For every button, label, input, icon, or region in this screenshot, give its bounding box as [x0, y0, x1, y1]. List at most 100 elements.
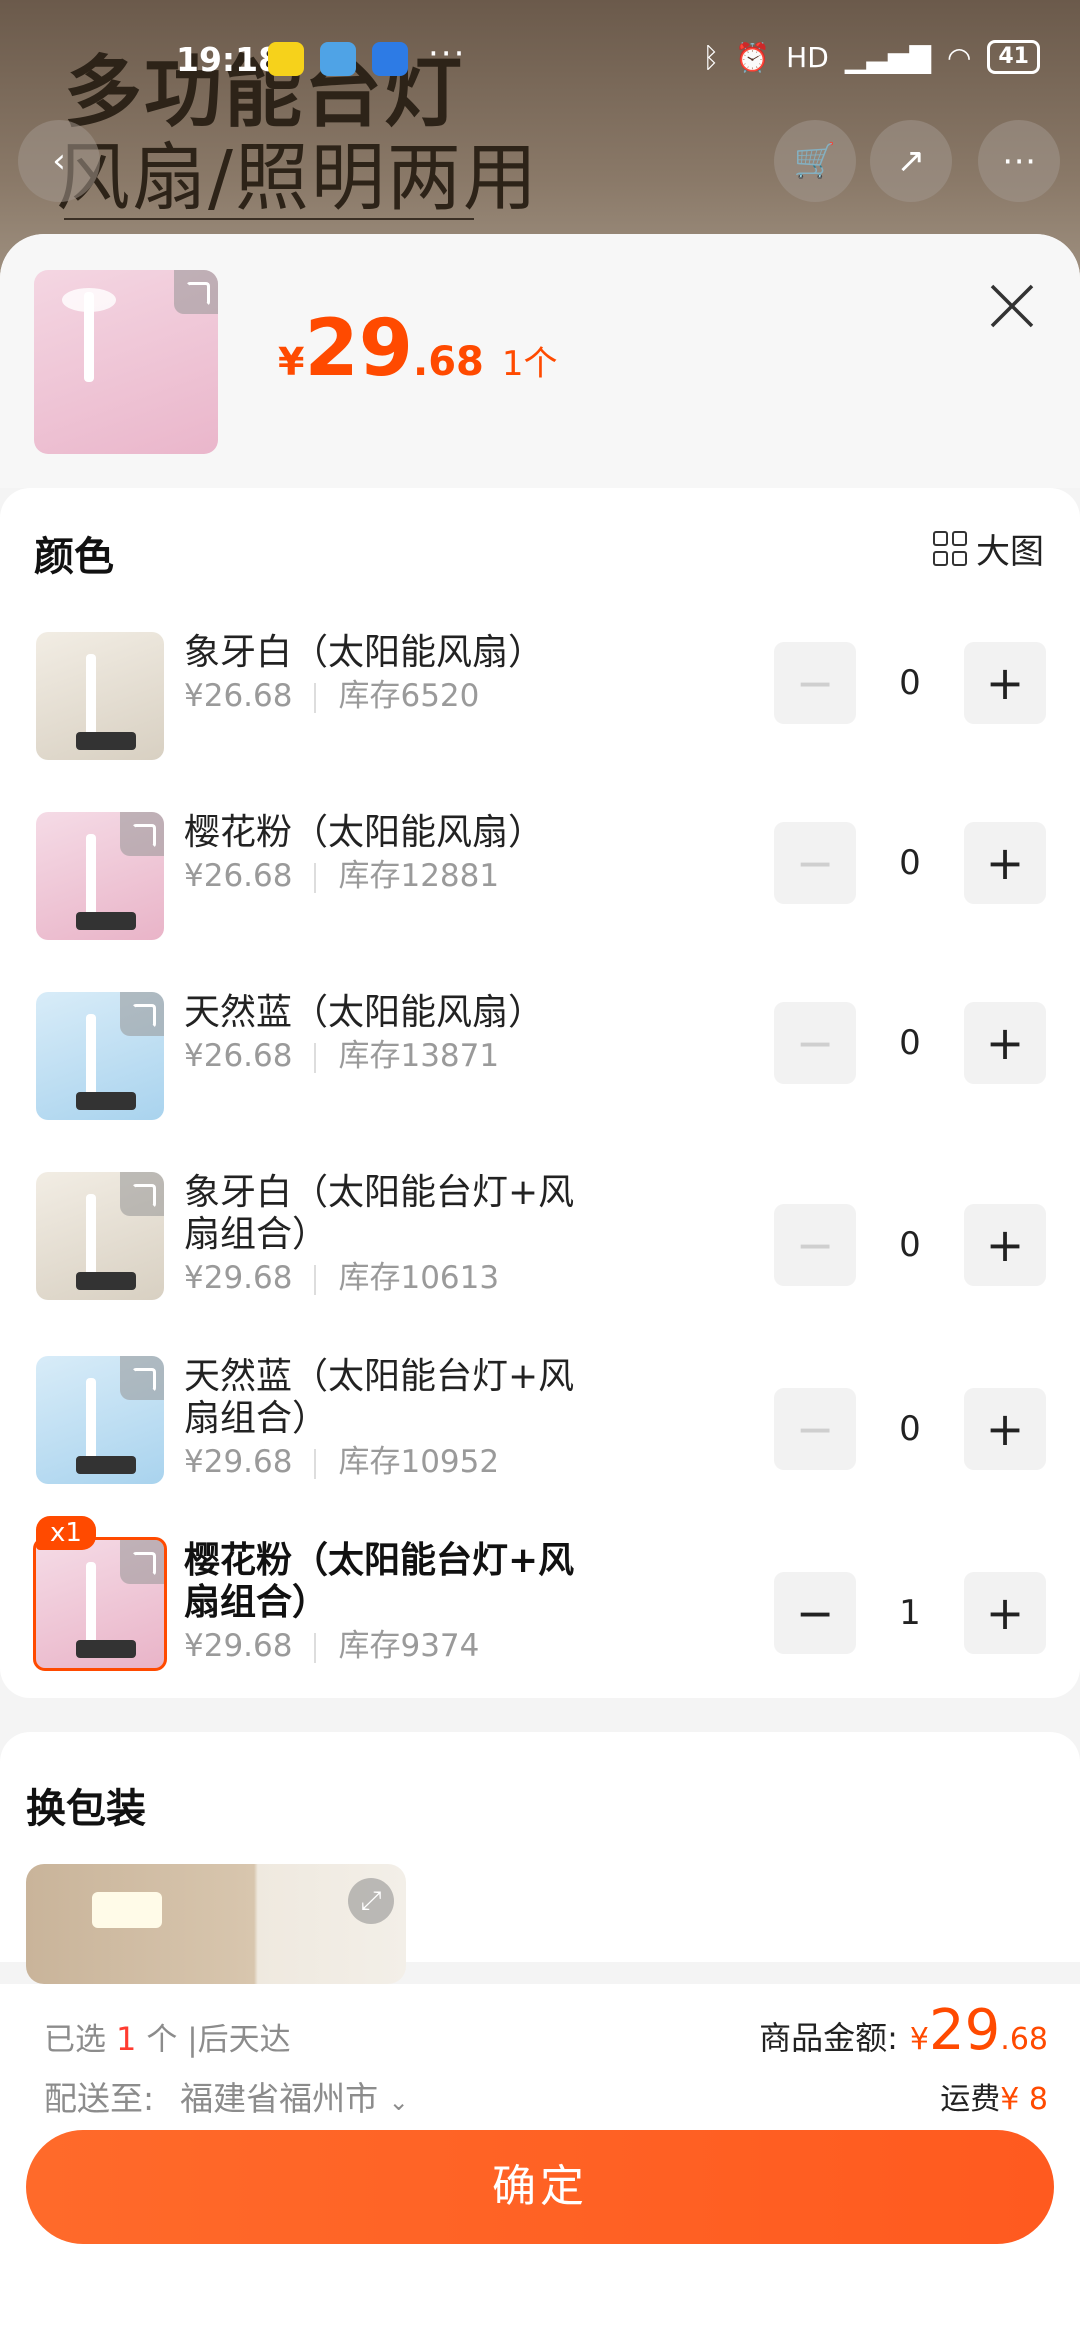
selected-suffix: 个 |后天达 — [146, 2022, 291, 2058]
list-item[interactable]: 樱花粉（太阳能风扇） ¥26.68 库存12881 − 0 + — [0, 804, 1080, 944]
list-item[interactable]: 天然蓝（太阳能风扇） ¥26.68 库存13871 − 0 + — [0, 984, 1080, 1124]
variant-price: ¥26.68 — [184, 678, 293, 714]
quantity-value: 0 — [899, 1409, 921, 1449]
more-icon: ⋯ — [1002, 141, 1036, 181]
increase-button[interactable]: + — [964, 1204, 1046, 1286]
decrease-button[interactable]: − — [774, 1388, 856, 1470]
package-section: 换包装 ⤢ — [0, 1732, 1080, 1984]
fan-graphic — [86, 654, 96, 744]
decrease-button[interactable]: − — [774, 1572, 856, 1654]
share-icon: ↗ — [896, 141, 926, 181]
variant-meta: ¥26.68 库存12881 — [184, 850, 499, 895]
freight-amount: ¥ 8 — [1000, 2082, 1048, 2117]
variant-name: 天然蓝（太阳能风扇） — [184, 992, 545, 1033]
back-button[interactable]: ‹ — [18, 120, 100, 202]
more-button[interactable]: ⋯ — [978, 120, 1060, 202]
expand-icon[interactable] — [120, 812, 164, 856]
bg-divider — [64, 218, 474, 220]
quantity-stepper: − 1 + — [774, 1572, 1046, 1654]
price-currency: ¥ — [278, 340, 305, 384]
quantity-stepper: − 0 + — [774, 642, 1046, 724]
increase-button[interactable]: + — [964, 1388, 1046, 1470]
variant-price: ¥29.68 — [184, 1444, 293, 1480]
solar-base-graphic — [76, 1092, 136, 1110]
list-item[interactable]: 象牙白（太阳能风扇） ¥26.68 库存6520 − 0 + — [0, 624, 1080, 764]
share-button[interactable]: ↗ — [870, 120, 952, 202]
fullscreen-icon[interactable]: ⤢ — [348, 1878, 394, 1924]
quantity-stepper: − 0 + — [774, 1002, 1046, 1084]
variant-price: ¥26.68 — [184, 858, 293, 894]
variant-thumbnail[interactable] — [36, 992, 164, 1120]
quantity-stepper: − 0 + — [774, 1388, 1046, 1470]
wifi-icon: ◠ — [946, 40, 972, 74]
variant-name: 天然蓝（太阳能台灯+风扇组合） — [184, 1356, 575, 1439]
increase-button[interactable]: + — [964, 822, 1046, 904]
variant-thumbnail[interactable] — [36, 812, 164, 940]
decrease-button[interactable]: − — [774, 1002, 856, 1084]
package-option-thumbnail[interactable]: ⤢ — [26, 1864, 406, 1984]
status-bar: 19:18 ··· ᛒ ⏰ HD ▁▃▅▇ ◠ 41 — [0, 30, 1080, 94]
solar-base-graphic — [76, 1272, 136, 1290]
solar-base-graphic — [76, 1456, 136, 1474]
amount-decimal: .68 — [1000, 2022, 1048, 2057]
variant-thumbnail[interactable] — [36, 1172, 164, 1300]
variant-thumbnail[interactable] — [36, 632, 164, 760]
alarm-icon: ⏰ — [735, 40, 771, 74]
list-item-selected[interactable]: x1 樱花粉（太阳能台灯+风扇组合） ¥29.68 库存9374 − 1 + — [0, 1516, 1080, 1672]
list-item[interactable]: 天然蓝（太阳能台灯+风扇组合） ¥29.68 库存10952 − 0 + — [0, 1348, 1080, 1488]
amount-label: 商品金额: — [759, 2019, 898, 2057]
message-app-icon — [372, 42, 408, 76]
cart-button[interactable]: 🛒 — [774, 120, 856, 202]
increase-button[interactable]: + — [964, 1572, 1046, 1654]
variant-stock: 库存13871 — [338, 1038, 500, 1074]
bg-title-line2: 风扇/照明两用 — [56, 135, 539, 221]
fan-graphic — [86, 1562, 96, 1652]
expand-icon[interactable] — [120, 992, 164, 1036]
quantity-value: 0 — [899, 1023, 921, 1063]
cart-icon: 🛒 — [793, 141, 837, 181]
shipping-destination[interactable]: 配送至: 福建省福州市 ⌄ — [44, 2072, 409, 2120]
price-integer: 29 — [304, 304, 413, 394]
variant-meta: ¥29.68 库存10613 — [184, 1252, 499, 1297]
decrease-button[interactable]: − — [774, 642, 856, 724]
quantity-stepper: − 0 + — [774, 1204, 1046, 1286]
decrease-button[interactable]: − — [774, 1204, 856, 1286]
expand-icon[interactable] — [120, 1540, 164, 1584]
close-icon[interactable] — [984, 278, 1040, 334]
status-right: ᛒ ⏰ HD ▁▃▅▇ ◠ 41 — [702, 40, 1040, 74]
back-icon: ‹ — [52, 141, 66, 181]
quantity-value: 0 — [899, 1225, 921, 1265]
variant-price: ¥29.68 — [184, 1628, 293, 1664]
freight-label: 运费 — [940, 2082, 1001, 2117]
quantity-value: 1 — [899, 1593, 921, 1633]
big-image-toggle[interactable]: 大图 — [933, 524, 1044, 573]
checkout-footer: 已选 1 个 |后天达 配送至: 福建省福州市 ⌄ 商品金额: ¥29.68 运费¥ 8… — [0, 1984, 1080, 2340]
variant-thumbnail[interactable] — [36, 1356, 164, 1484]
decrease-button[interactable]: − — [774, 822, 856, 904]
fan-stand-graphic — [84, 292, 94, 382]
divider — [314, 682, 317, 713]
selected-count-badge: x1 — [36, 1516, 96, 1550]
variant-price: ¥29.68 — [184, 1260, 293, 1296]
selected-product-thumbnail[interactable] — [34, 270, 218, 454]
increase-button[interactable]: + — [964, 642, 1046, 724]
variant-name: 樱花粉（太阳能风扇） — [184, 812, 545, 853]
bluetooth-icon: ᛒ — [702, 40, 720, 74]
divider — [314, 1632, 317, 1663]
app-notification-icon — [268, 42, 304, 76]
confirm-button[interactable]: 确定 — [26, 2130, 1054, 2244]
fan-graphic — [86, 1378, 96, 1468]
selected-count: 1 — [116, 2020, 137, 2058]
increase-button[interactable]: + — [964, 1002, 1046, 1084]
expand-icon[interactable] — [120, 1356, 164, 1400]
quantity-value: 0 — [899, 663, 921, 703]
list-item[interactable]: 象牙白（太阳能台灯+风扇组合） ¥29.68 库存10613 − 0 + — [0, 1164, 1080, 1304]
lamp-graphic — [92, 1892, 162, 1928]
divider — [314, 862, 317, 893]
color-section: 颜色 大图 象牙白（太阳能风扇） ¥26.68 库存6520 − 0 + 樱花粉… — [0, 488, 1080, 1698]
ship-location: 福建省福州市 — [180, 2079, 379, 2118]
expand-icon[interactable] — [174, 270, 218, 314]
expand-icon[interactable] — [120, 1172, 164, 1216]
price-decimal: .68 — [413, 339, 484, 385]
variant-thumbnail[interactable] — [33, 1537, 167, 1671]
